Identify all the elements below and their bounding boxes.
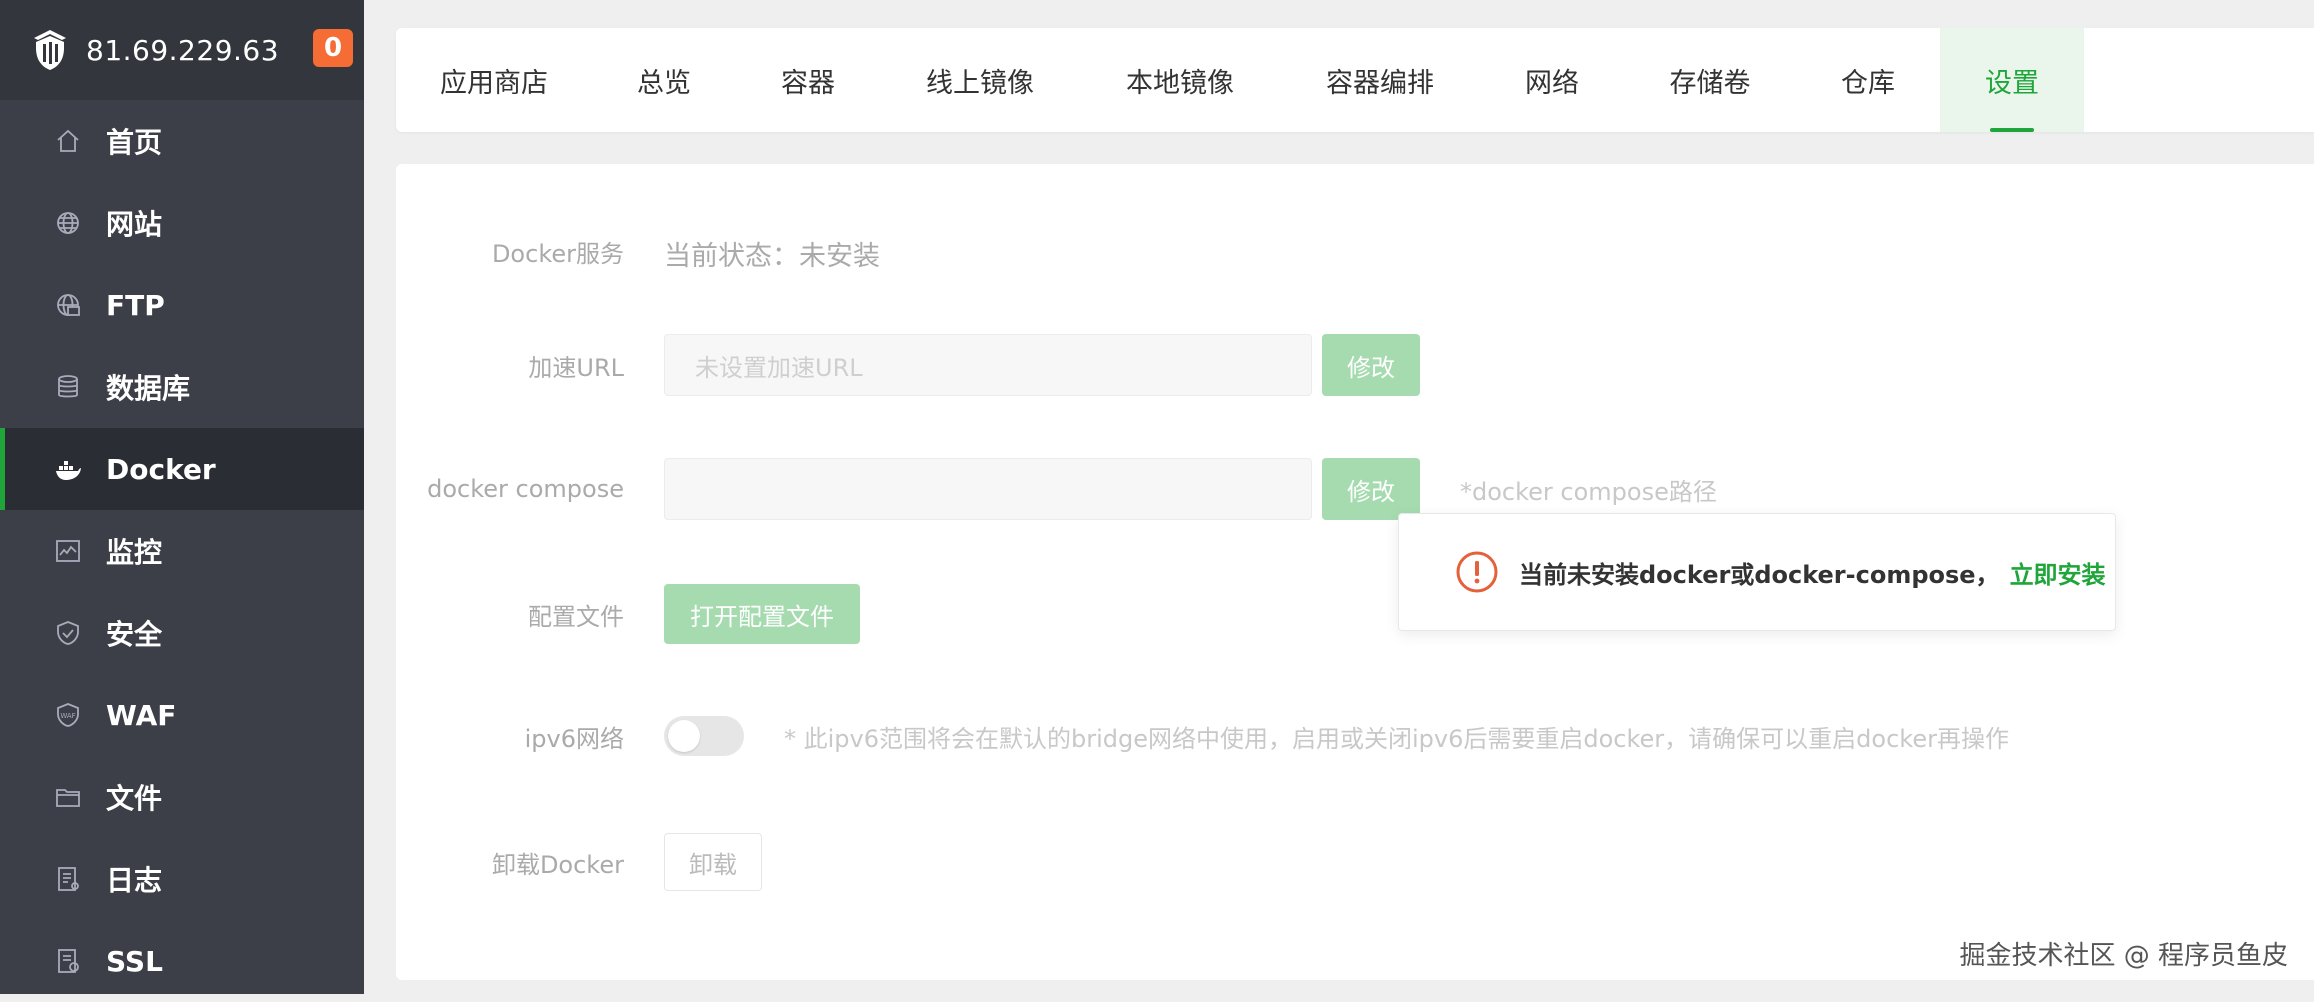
config-file-label: 配置文件 <box>528 602 624 631</box>
folder-icon <box>54 783 82 811</box>
ipv6-label: ipv6网络 <box>524 724 624 753</box>
sidebar-item-ftp[interactable]: FTP <box>0 264 364 346</box>
ssl-icon <box>54 947 82 975</box>
sidebar-item-ssl[interactable]: SSL <box>0 920 364 1002</box>
compose-path-input[interactable] <box>664 458 1312 520</box>
sidebar-item-logs[interactable]: 日志 <box>0 838 364 920</box>
log-icon <box>54 865 82 893</box>
tab-containers[interactable]: 容器 <box>736 28 880 132</box>
sidebar-header: 81.69.229.63 0 <box>0 0 364 100</box>
sidebar-item-label: Docker <box>106 452 216 486</box>
docker-service-row: Docker服务 当前状态：未安装 <box>396 226 2296 276</box>
sidebar-item-label: FTP <box>106 288 165 322</box>
compose-label: docker compose <box>427 475 624 503</box>
sidebar-item-label: 安全 <box>106 618 163 651</box>
tab-overview[interactable]: 总览 <box>592 28 736 132</box>
accel-url-modify-button[interactable]: 修改 <box>1322 334 1420 396</box>
accel-url-input[interactable]: 未设置加速URL <box>664 334 1312 396</box>
warning-icon <box>1456 551 1498 593</box>
sidebar-item-label: SSL <box>106 944 163 978</box>
accel-url-label: 加速URL <box>528 353 624 382</box>
notification-badge[interactable]: 0 <box>313 29 353 67</box>
sidebar-item-label: WAF <box>106 698 177 732</box>
tab-volumes[interactable]: 存储卷 <box>1624 28 1796 132</box>
sidebar-item-label: 首页 <box>106 126 163 159</box>
sidebar-item-label: 文件 <box>106 782 163 815</box>
docker-tabs: 应用商店 总览 容器 线上镜像 本地镜像 容器编排 网络 存储卷 仓库 设置 <box>396 28 2314 132</box>
uninstall-button[interactable]: 卸载 <box>664 833 762 891</box>
docker-service-status: 当前状态：未安装 <box>664 241 880 272</box>
sidebar-item-files[interactable]: 文件 <box>0 756 364 838</box>
sidebar-item-database[interactable]: 数据库 <box>0 346 364 428</box>
tab-registry[interactable]: 仓库 <box>1796 28 1940 132</box>
waf-icon: WAF <box>54 701 82 729</box>
tab-app-store[interactable]: 应用商店 <box>396 28 592 132</box>
sidebar-item-label: 日志 <box>106 864 163 897</box>
home-icon <box>54 127 82 155</box>
uninstall-row: 卸载Docker 卸载 <box>396 833 2296 891</box>
ipv6-toggle[interactable] <box>664 716 744 756</box>
compose-hint: *docker compose路径 <box>1460 477 1717 506</box>
sidebar: 81.69.229.63 0 首页 网站 FTP 数据库 Docker 监控 安… <box>0 0 364 994</box>
shield-icon <box>54 619 82 647</box>
monitor-icon <box>54 537 82 565</box>
sidebar-item-label: 网站 <box>106 208 163 241</box>
logo-icon <box>34 30 66 70</box>
popup-message: 当前未安装docker或docker-compose， <box>1519 560 2000 589</box>
svg-text:WAF: WAF <box>60 712 75 720</box>
sidebar-item-home[interactable]: 首页 <box>0 100 364 182</box>
sidebar-item-waf[interactable]: WAF WAF <box>0 674 364 756</box>
tab-online-images[interactable]: 线上镜像 <box>880 28 1080 132</box>
sidebar-item-docker[interactable]: Docker <box>0 428 364 510</box>
compose-modify-button[interactable]: 修改 <box>1322 458 1420 520</box>
not-installed-popup: 当前未安装docker或docker-compose， 立即安装 <box>1398 513 2116 631</box>
accel-url-row: 加速URL 未设置加速URL 修改 <box>396 334 2296 396</box>
sidebar-item-label: 数据库 <box>106 372 191 405</box>
tab-local-images[interactable]: 本地镜像 <box>1080 28 1280 132</box>
sidebar-item-website[interactable]: 网站 <box>0 182 364 264</box>
tab-network[interactable]: 网络 <box>1480 28 1624 132</box>
database-icon <box>54 373 82 401</box>
sidebar-item-label: 监控 <box>106 536 163 569</box>
ipv6-row: ipv6网络 * 此ipv6范围将会在默认的bridge网络中使用，启用或关闭i… <box>396 716 2296 756</box>
ftp-icon <box>54 291 82 319</box>
open-config-button[interactable]: 打开配置文件 <box>664 584 860 644</box>
docker-icon <box>54 455 82 483</box>
compose-row: docker compose 修改 *docker compose路径 <box>396 458 2296 520</box>
sidebar-item-security[interactable]: 安全 <box>0 592 364 674</box>
watermark: 掘金技术社区 @ 程序员鱼皮 <box>1959 941 2288 971</box>
tab-compose[interactable]: 容器编排 <box>1280 28 1480 132</box>
ipv6-hint: * 此ipv6范围将会在默认的bridge网络中使用，启用或关闭ipv6后需要重… <box>784 724 2009 753</box>
docker-service-label: Docker服务 <box>491 239 624 268</box>
tab-settings[interactable]: 设置 <box>1940 28 2084 132</box>
uninstall-label: 卸载Docker <box>491 850 624 879</box>
install-now-link[interactable]: 立即安装 <box>2010 555 2106 590</box>
server-ip: 81.69.229.63 <box>86 33 280 67</box>
globe-icon <box>54 209 82 237</box>
sidebar-item-monitor[interactable]: 监控 <box>0 510 364 592</box>
